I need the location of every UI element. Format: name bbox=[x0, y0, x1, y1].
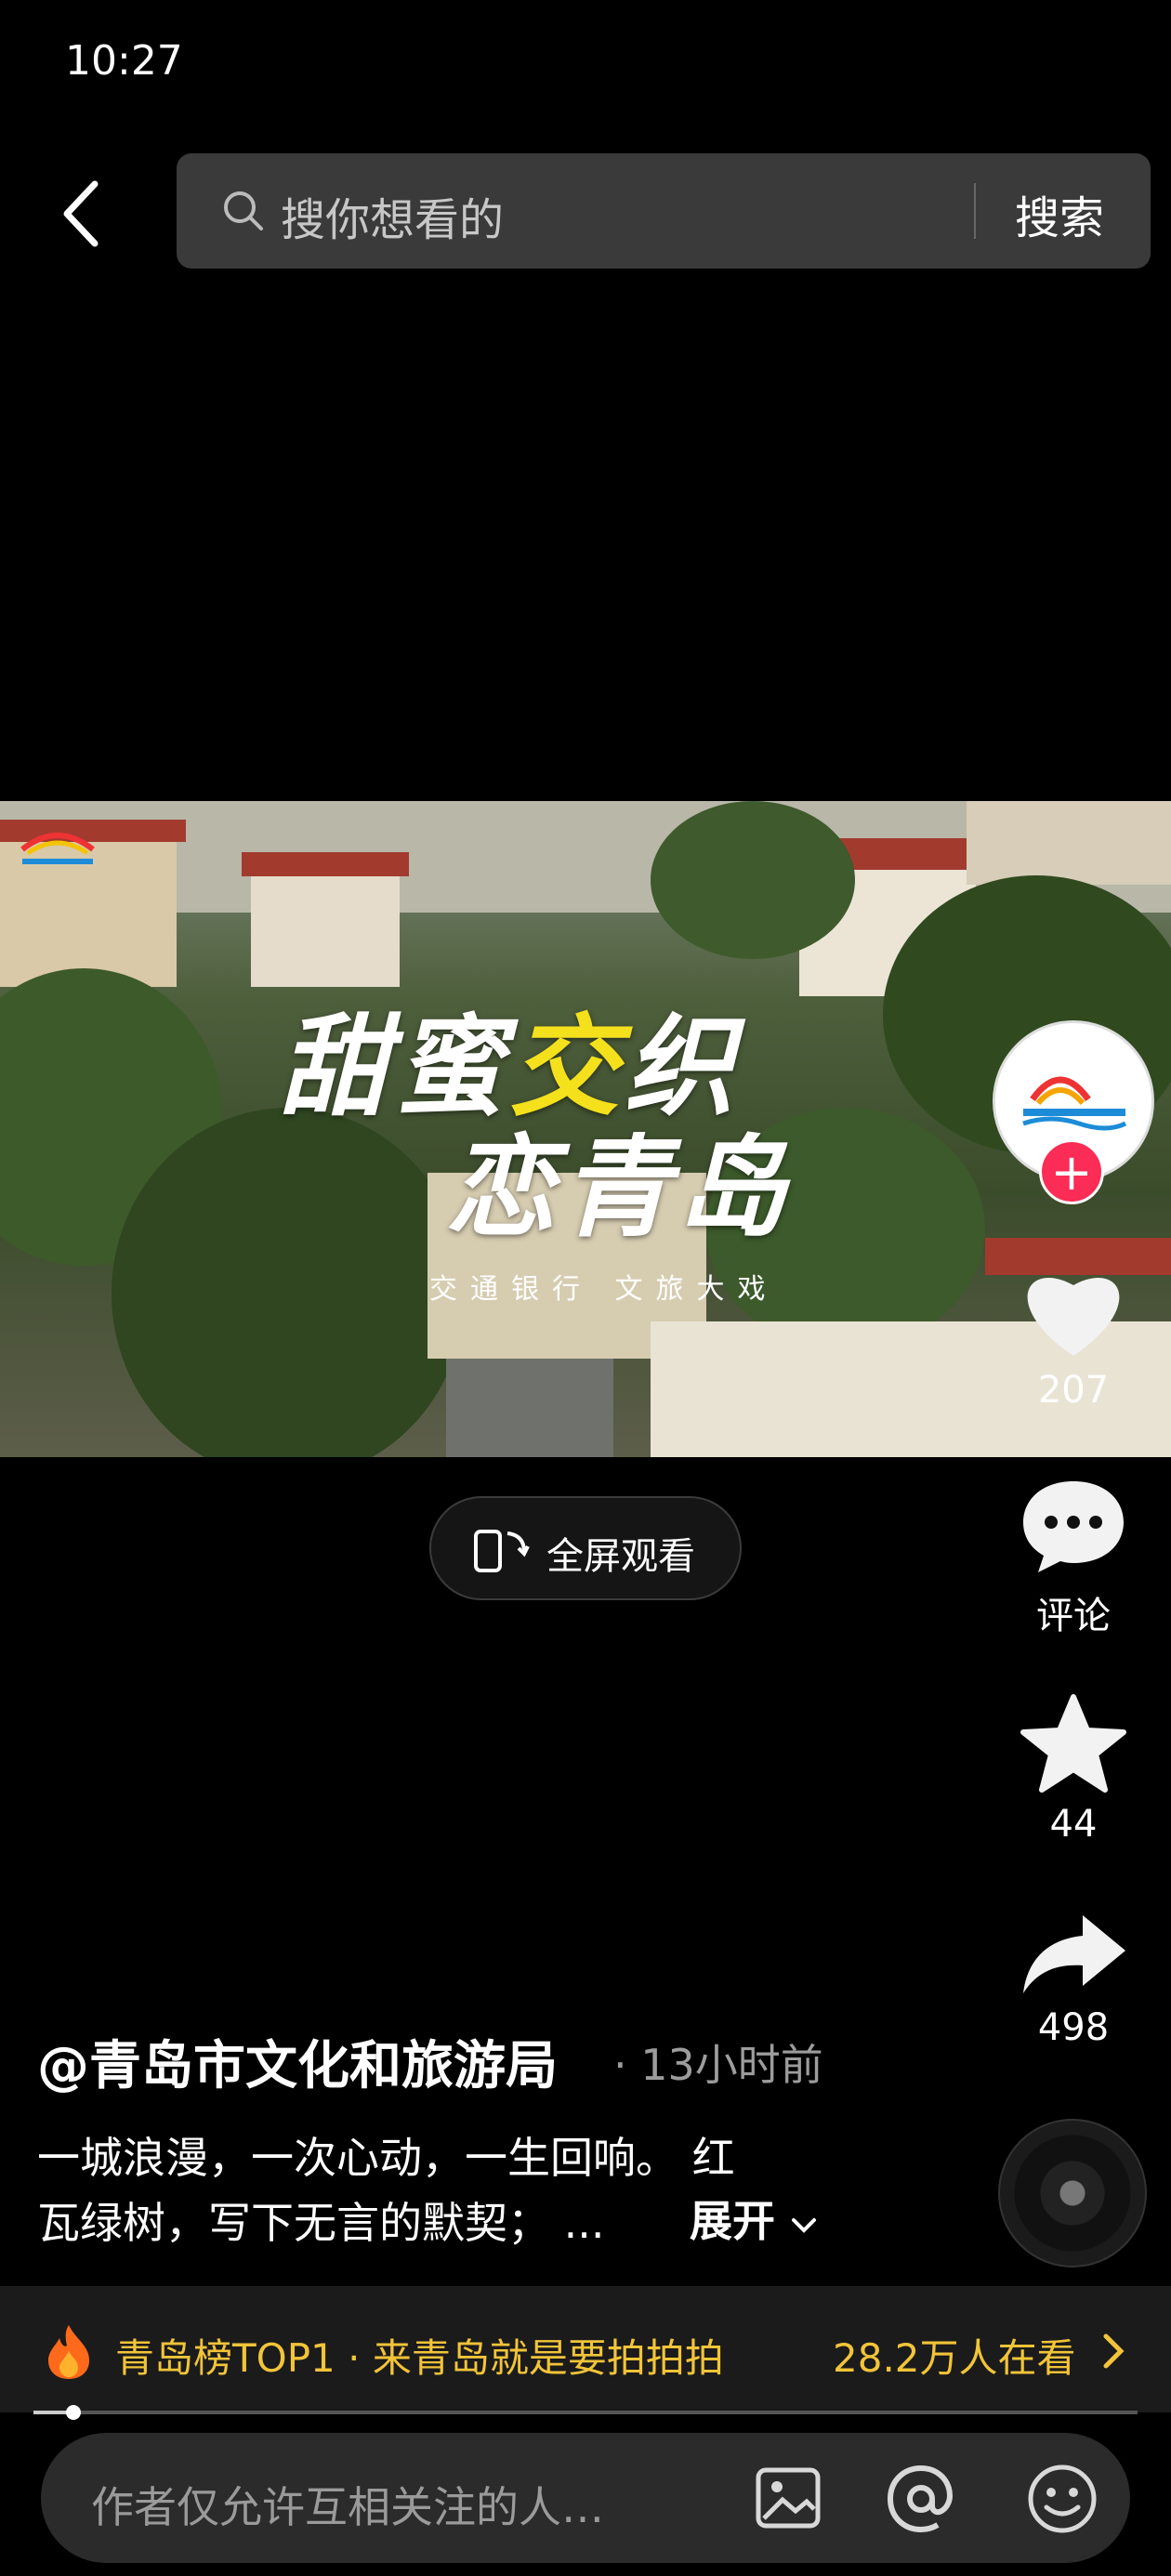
star-icon bbox=[1020, 1694, 1126, 1793]
status-time: 10:27 bbox=[65, 37, 183, 85]
chevron-down-icon bbox=[792, 2218, 817, 2233]
fullscreen-button[interactable]: 全屏观看 bbox=[429, 1496, 742, 1600]
video-title-line2: 恋青岛 bbox=[446, 1123, 793, 1252]
search-icon bbox=[224, 191, 263, 230]
author-name[interactable]: @青岛市文化和旅游局 bbox=[37, 2024, 558, 2099]
search-divider bbox=[974, 183, 976, 239]
hot-list-viewers: 28.2万人在看 bbox=[833, 2335, 1076, 2381]
favorite-button[interactable]: 44 bbox=[994, 1693, 1152, 1846]
like-count: 207 bbox=[1037, 1369, 1110, 1412]
description-line: 一城浪漫，一次心动，一生回响。 红 bbox=[37, 2133, 735, 2183]
comment-label: 评论 bbox=[1036, 1595, 1111, 1637]
hot-list-banner[interactable]: 青岛榜TOP1 · 来青岛就是要拍拍拍 28.2万人在看 bbox=[0, 2286, 1171, 2412]
follow-button[interactable]: + bbox=[1039, 1139, 1104, 1204]
share-button[interactable]: 498 bbox=[994, 1910, 1152, 2049]
description-line: 瓦绿树，写下无言的默契； ... bbox=[37, 2198, 605, 2248]
video-subtitle: 交通银行 文旅大戏 bbox=[429, 1273, 779, 1306]
comment-input-bar[interactable]: 作者仅允许互相关注的人… bbox=[41, 2433, 1130, 2563]
chevron-left-icon bbox=[63, 180, 99, 247]
rotate-screen-icon bbox=[474, 1530, 530, 1572]
fire-icon bbox=[48, 2325, 89, 2379]
expand-button[interactable]: 展开 bbox=[690, 2188, 818, 2249]
image-icon[interactable] bbox=[755, 2466, 822, 2530]
comment-icon bbox=[1023, 1481, 1124, 1572]
share-arrow-icon bbox=[1023, 1915, 1125, 1993]
search-input[interactable]: 搜你想看的 bbox=[281, 183, 504, 248]
video-progress-handle[interactable] bbox=[66, 2405, 81, 2420]
comment-button[interactable]: 评论 bbox=[994, 1476, 1152, 1639]
expand-label: 展开 bbox=[690, 2196, 775, 2246]
music-disc-icon[interactable] bbox=[998, 2119, 1147, 2267]
chevron-right-icon bbox=[1103, 2333, 1125, 2369]
share-count: 498 bbox=[1037, 2006, 1110, 2049]
favorite-count: 44 bbox=[1049, 1803, 1098, 1846]
search-bar[interactable]: 搜你想看的 搜索 bbox=[177, 153, 1151, 269]
heart-icon bbox=[1027, 1277, 1120, 1356]
hot-list-title: 青岛榜TOP1 · 来青岛就是要拍拍拍 bbox=[115, 2335, 724, 2381]
video-progress-track[interactable] bbox=[33, 2411, 1138, 2414]
emoji-icon[interactable] bbox=[1026, 2463, 1099, 2535]
comment-input[interactable]: 作者仅允许互相关注的人… bbox=[91, 2474, 604, 2535]
qingdao-logo-icon bbox=[20, 833, 95, 864]
fullscreen-label: 全屏观看 bbox=[546, 1535, 695, 1578]
like-button[interactable]: 207 bbox=[994, 1259, 1152, 1412]
search-button[interactable]: 搜索 bbox=[1015, 181, 1104, 246]
at-mention-icon[interactable] bbox=[887, 2464, 955, 2533]
post-time: · 13小时前 bbox=[613, 2040, 823, 2090]
back-button[interactable] bbox=[58, 177, 104, 251]
